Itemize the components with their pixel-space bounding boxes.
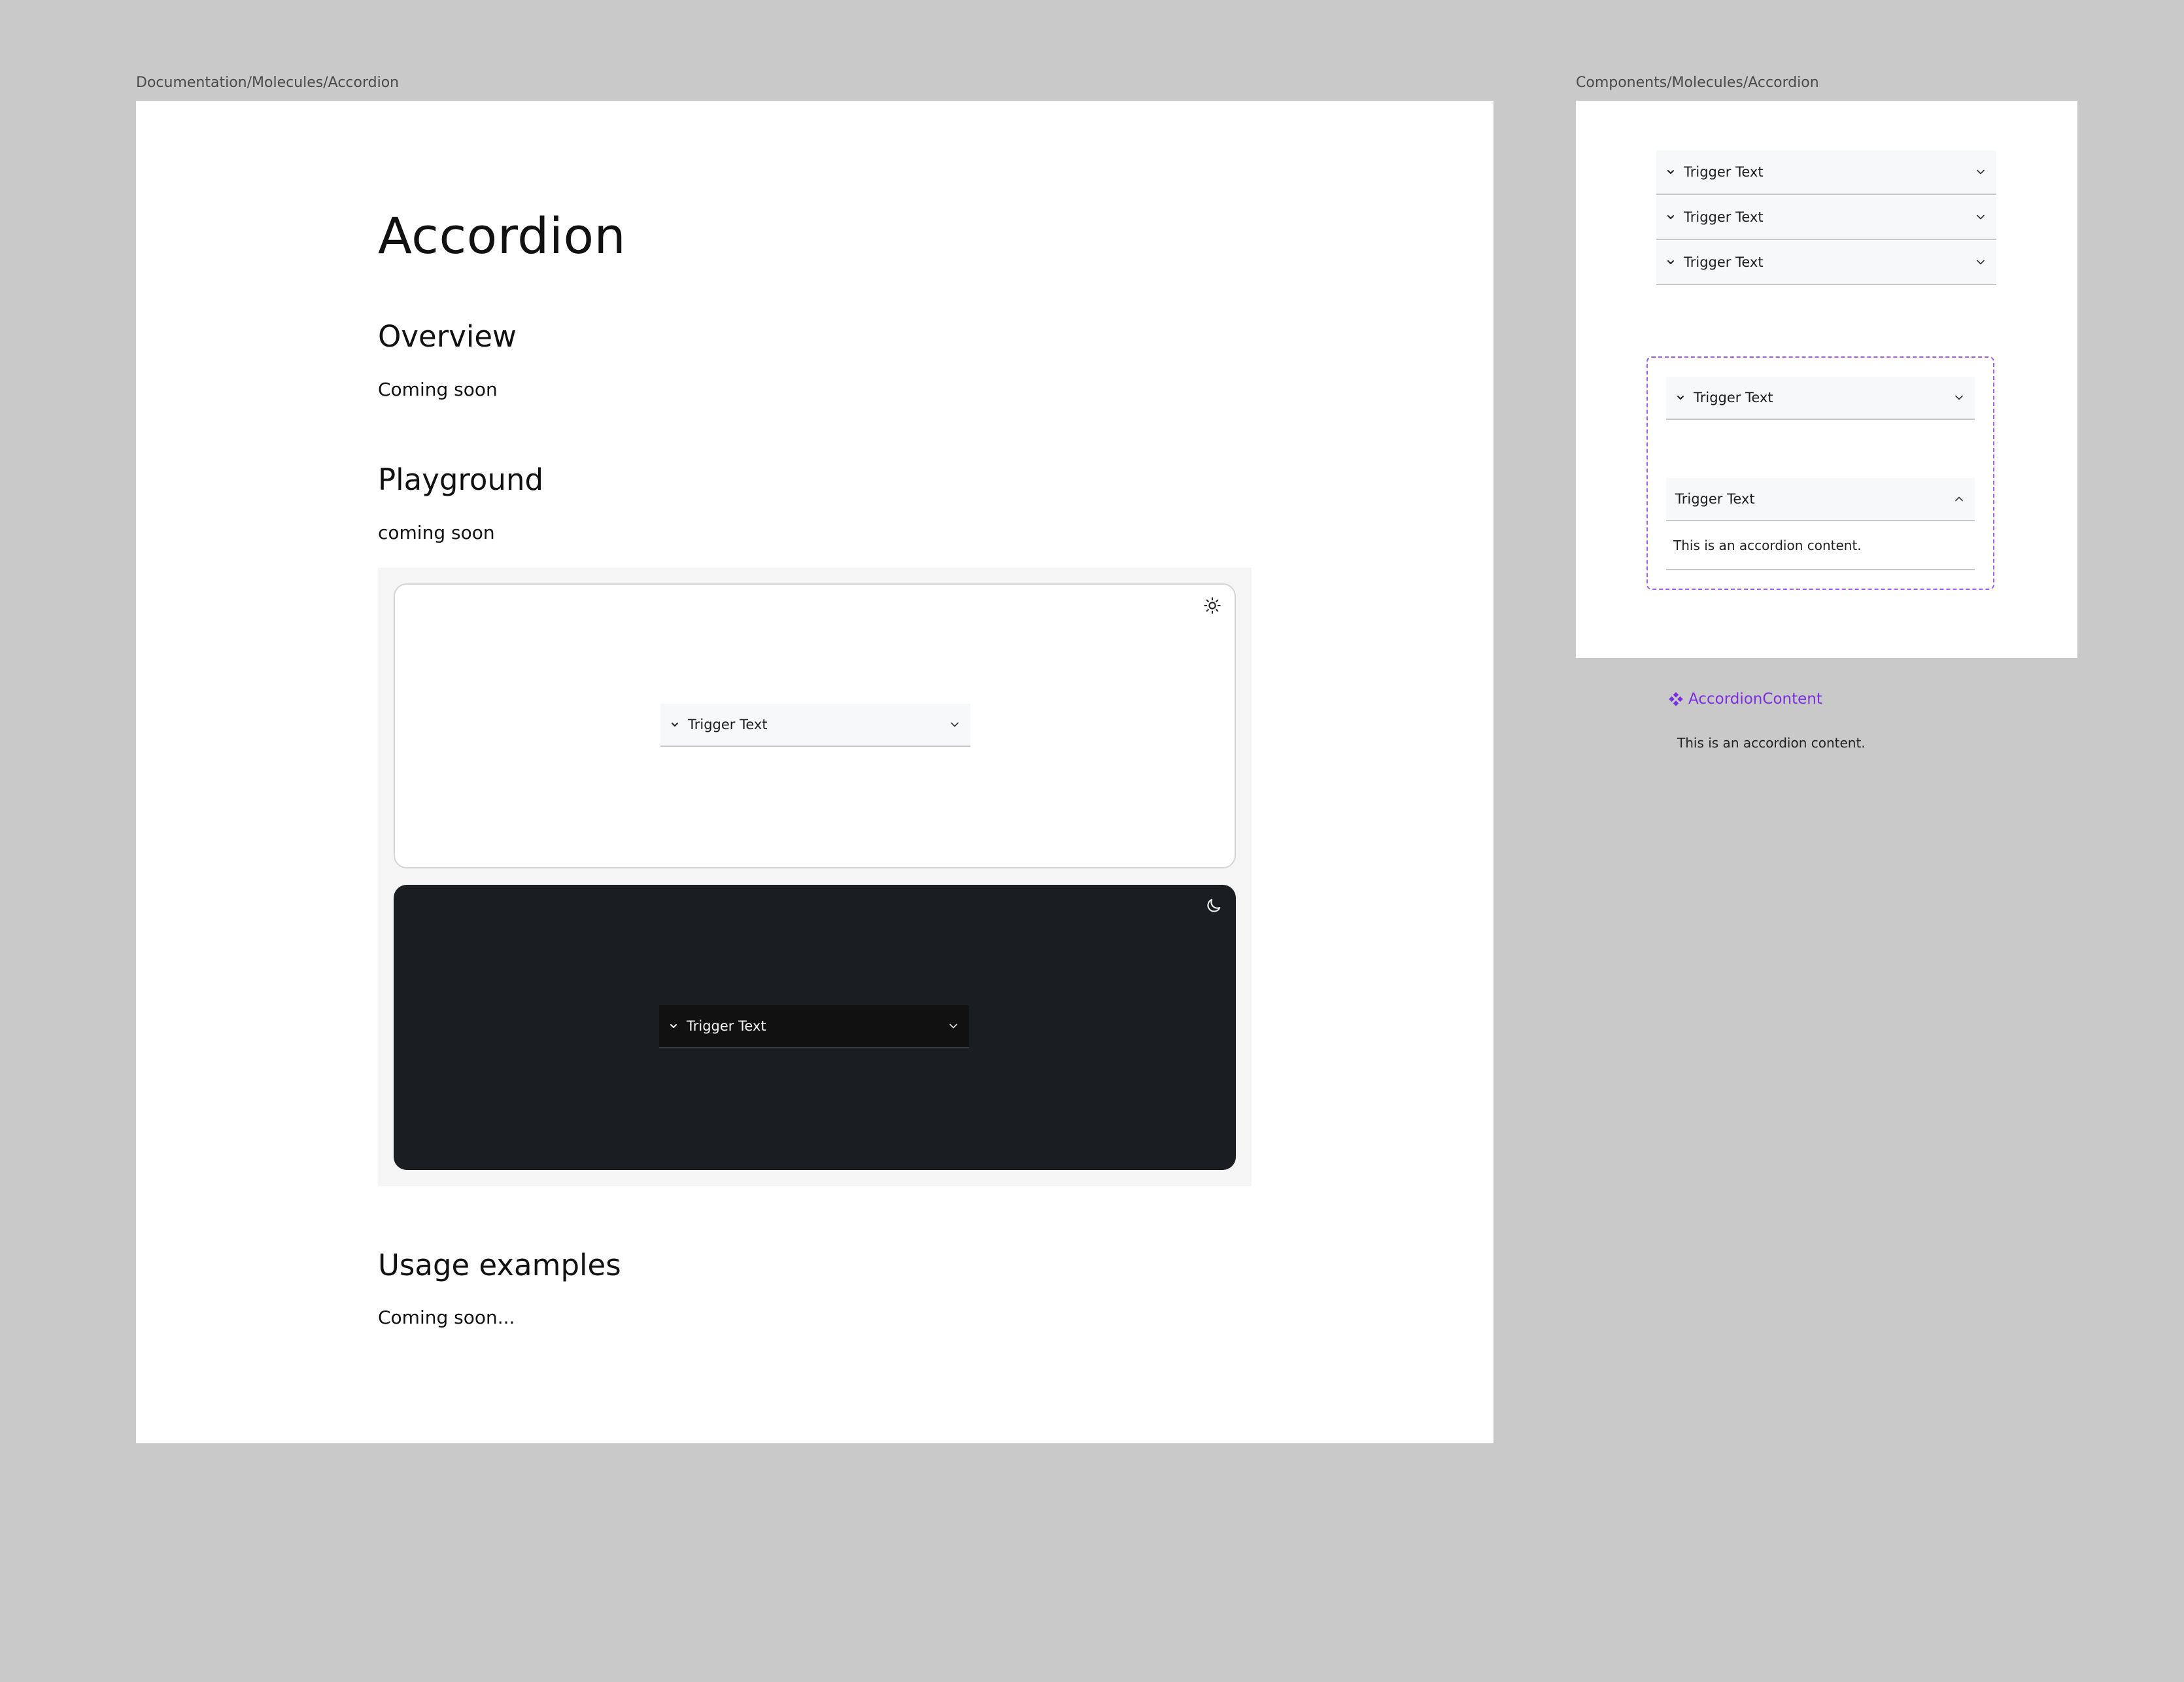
trigger-label: Trigger Text [1694, 390, 1773, 405]
doc-frame: Accordion Overview Coming soon Playgroun… [136, 101, 1493, 1443]
sun-icon[interactable] [1203, 596, 1221, 615]
chevron-down-small-icon [1667, 260, 1674, 264]
accordion-trigger-dark[interactable]: Trigger Text [659, 1005, 969, 1048]
comp-frame-label: Components/Molecules/Accordion [1576, 75, 1819, 91]
chevron-up-icon [1955, 496, 1963, 502]
accordion-item[interactable]: Trigger Text [1656, 196, 1996, 240]
accordion-item[interactable]: Trigger Text [1656, 241, 1996, 285]
chevron-down-icon [1955, 395, 1963, 400]
accordion-item-closed[interactable]: Trigger Text [1666, 377, 1975, 420]
component-name-label: AccordionContent [1688, 691, 1822, 708]
divider [1669, 766, 1978, 768]
chevron-down-small-icon [670, 1024, 677, 1028]
overview-heading: Overview [378, 319, 517, 354]
chevron-down-small-icon [1667, 215, 1674, 219]
playground-text: coming soon [378, 522, 495, 543]
playground-canvas: Trigger Text Trigger Text [378, 568, 1252, 1186]
trigger-label: Trigger Text [688, 717, 768, 732]
accordion-content-text: This is an accordion content. [1673, 538, 1862, 553]
doc-frame-label: Documentation/Molecules/Accordion [136, 75, 400, 91]
divider [1666, 569, 1975, 570]
accordion-item[interactable]: Trigger Text [1656, 150, 1996, 195]
chevron-down-icon [949, 1023, 957, 1029]
moon-icon[interactable] [1204, 897, 1223, 915]
chevron-down-icon [1977, 169, 1985, 175]
chevron-down-icon [1977, 215, 1985, 220]
page-title: Accordion [378, 207, 626, 265]
trigger-label: Trigger Text [1684, 209, 1764, 225]
overview-text: Coming soon [378, 379, 498, 400]
usage-text: Coming soon... [378, 1307, 515, 1328]
dark-theme-preview: Trigger Text [394, 885, 1236, 1170]
usage-heading: Usage examples [378, 1248, 621, 1282]
accordion-trigger-light[interactable]: Trigger Text [660, 704, 970, 747]
chevron-down-icon [1977, 260, 1985, 265]
chevron-down-small-icon [1677, 396, 1684, 400]
trigger-label: Trigger Text [687, 1018, 766, 1034]
accordion-item-open[interactable]: Trigger Text [1666, 478, 1975, 521]
chevron-down-small-icon [1667, 170, 1674, 174]
chevron-down-icon [951, 722, 959, 727]
component-name: AccordionContent [1669, 691, 1822, 708]
accordion-content-text: This is an accordion content. [1677, 735, 1866, 751]
trigger-label: Trigger Text [1675, 491, 1755, 507]
light-theme-preview: Trigger Text [394, 583, 1236, 868]
trigger-label: Trigger Text [1684, 164, 1764, 180]
component-icon [1669, 692, 1683, 706]
chevron-down-small-icon [672, 723, 678, 727]
trigger-label: Trigger Text [1684, 254, 1764, 270]
playground-heading: Playground [378, 462, 544, 497]
